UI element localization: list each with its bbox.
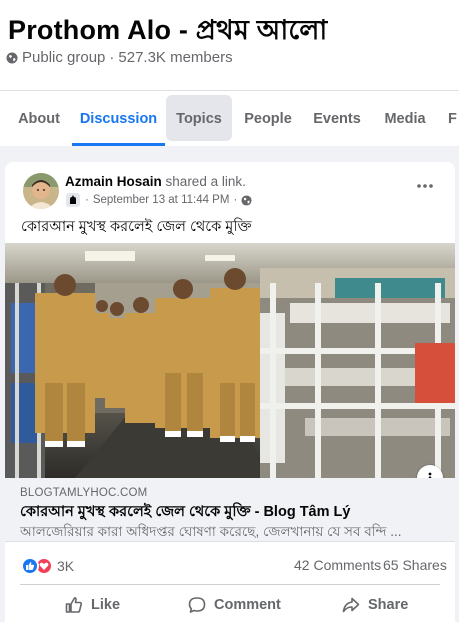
avatar-image [23, 173, 59, 209]
comment-icon [188, 597, 206, 613]
group-privacy: Public group [22, 49, 106, 66]
post-card: Azmain Hosain shared a link. · September… [5, 162, 455, 622]
group-members[interactable]: 527.3K members [118, 49, 232, 66]
like-label: Like [91, 597, 121, 613]
tab-topics[interactable]: Topics [166, 91, 232, 146]
tab-about[interactable]: About [8, 91, 70, 146]
post-timestamp[interactable]: September 13 at 11:44 PM [93, 194, 230, 206]
like-reaction-icon [21, 557, 39, 575]
group-tabs: About Discussion Topics People Events Me… [0, 91, 459, 146]
reactions-summary[interactable]: 3K [21, 557, 74, 575]
comments-count[interactable]: 42 Comments [294, 557, 381, 573]
post-action: shared a link. [165, 174, 246, 189]
tab-topics-label: Topics [176, 110, 222, 127]
more-options-icon [417, 184, 433, 188]
group-header: Prothom Alo - প্রথম আলো Public group · 5… [0, 0, 459, 146]
comment-label: Comment [214, 597, 281, 613]
post-text: কোরআন মুখস্থ করলেই জেল থেকে মুক্তি [21, 219, 252, 235]
tab-media[interactable]: Media [376, 91, 434, 146]
share-button[interactable]: Share [342, 590, 408, 620]
globe-icon [6, 52, 18, 63]
tab-people[interactable]: People [236, 91, 300, 146]
like-button[interactable]: Like [65, 590, 120, 620]
link-description: আলজেরিয়ার কারা অধিদপ্তর ঘোষণা করেছে, জে… [20, 524, 402, 539]
globe-icon [241, 194, 252, 206]
avatar[interactable] [23, 173, 59, 209]
tab-files[interactable]: F [448, 91, 459, 146]
tab-events[interactable]: Events [305, 91, 369, 146]
post-author[interactable]: Azmain Hosain [65, 174, 162, 189]
reactions-count: 3K [57, 558, 75, 574]
meta-separator: · [233, 194, 238, 206]
post-meta: · September 13 at 11:44 PM · [65, 192, 252, 208]
share-icon [342, 597, 360, 613]
post-author-line: Azmain Hosain shared a link. [65, 174, 246, 189]
group-meta: Public group · 527.3K members [6, 49, 233, 66]
link-preview[interactable]: BLOGTAMLYHOC.COM কোরআন মুখস্থ করলেই জেল … [5, 478, 455, 542]
share-label: Share [368, 597, 409, 613]
group-badge-icon [66, 193, 80, 207]
meta-separator: · [85, 194, 89, 206]
shares-count[interactable]: 65 Shares [383, 557, 447, 573]
comment-button[interactable]: Comment [188, 590, 281, 620]
actions-divider [20, 584, 440, 585]
link-domain: BLOGTAMLYHOC.COM [20, 487, 148, 499]
prison-photo [5, 243, 455, 478]
more-options-button[interactable] [411, 176, 439, 196]
meta-separator: · [109, 49, 115, 66]
link-preview-image[interactable] [5, 243, 455, 478]
like-icon [65, 597, 83, 613]
reaction-icons [21, 557, 53, 575]
tab-discussion[interactable]: Discussion [72, 91, 165, 146]
